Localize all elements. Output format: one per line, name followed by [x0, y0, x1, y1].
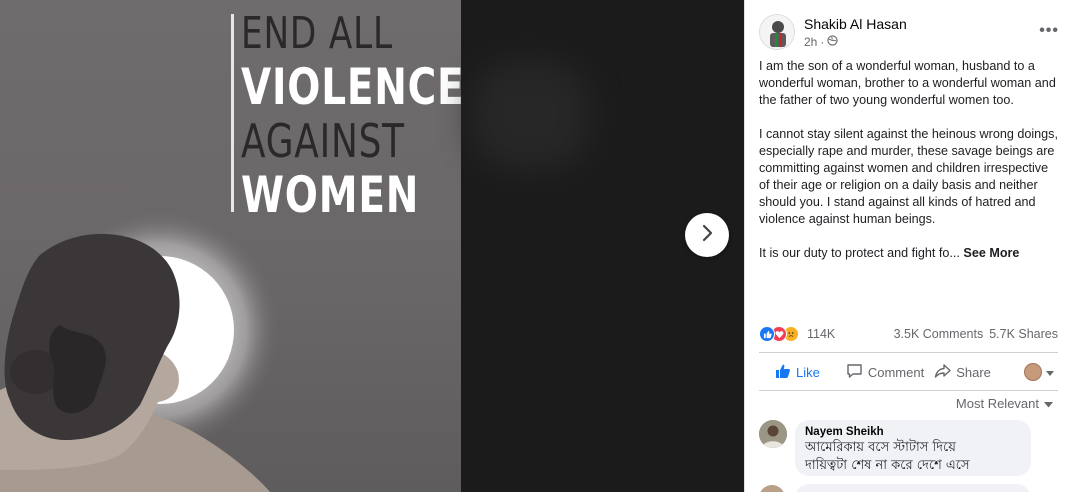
- commenter-name[interactable]: Nayem Sheikh: [805, 426, 1021, 438]
- post-paragraph: I am the son of a wonderful woman, husba…: [759, 59, 1056, 107]
- next-photo-button[interactable]: [685, 213, 729, 257]
- poster-headline: END ALL VIOLENCE AGAINST WOMEN: [241, 8, 461, 224]
- post-panel: Shakib Al Hasan 2h · ••• I am the son of…: [744, 0, 1071, 492]
- campaign-poster: END ALL VIOLENCE AGAINST WOMEN: [0, 0, 461, 492]
- poster-line-1: END ALL: [241, 8, 393, 59]
- share-label: Share: [956, 364, 991, 380]
- commenter-avatar[interactable]: [759, 420, 787, 448]
- next-comment-bubble: [795, 484, 1031, 492]
- share-count[interactable]: 5.7K Shares: [989, 327, 1058, 341]
- speech-bubble-icon: [846, 363, 863, 382]
- actions-divider: [759, 390, 1058, 391]
- comment-button[interactable]: Comment: [846, 363, 924, 382]
- post-body: I am the son of a wonderful woman, husba…: [759, 58, 1059, 279]
- see-more-link[interactable]: See More: [963, 246, 1019, 260]
- truncated-text: It is our duty to protect and fight fo..…: [759, 246, 960, 260]
- like-reaction-icon: [759, 326, 775, 342]
- chevron-right-icon: [699, 223, 715, 248]
- poster-line-4: WOMEN: [241, 166, 420, 224]
- profile-selector[interactable]: [1024, 363, 1054, 381]
- comment-label: Comment: [867, 364, 925, 380]
- stats-divider: [759, 352, 1058, 353]
- comment-sort-dropdown[interactable]: Most Relevant: [956, 396, 1053, 411]
- reaction-count[interactable]: 114K: [807, 327, 835, 341]
- next-commenter-avatar[interactable]: [759, 485, 785, 492]
- reaction-icons[interactable]: [759, 326, 799, 342]
- like-button[interactable]: Like: [775, 363, 820, 382]
- stats-right: 3.5K Comments 5.7K Shares: [894, 327, 1058, 341]
- user-avatar: [1024, 363, 1042, 381]
- media-area: END ALL VIOLENCE AGAINST WOMEN: [0, 0, 744, 492]
- poster-line-3: AGAINST: [241, 114, 405, 168]
- caret-down-icon: [1046, 365, 1054, 380]
- caret-down-icon: [1044, 396, 1053, 411]
- poster-line-2: VIOLENCE: [241, 58, 461, 116]
- more-options-icon[interactable]: •••: [1039, 22, 1059, 40]
- post-header: Shakib Al Hasan 2h · •••: [759, 14, 1059, 54]
- globe-icon: [827, 35, 838, 49]
- background-blur: [470, 60, 590, 170]
- engagement-stats: 114K 3.5K Comments 5.7K Shares: [759, 324, 1058, 344]
- author-name[interactable]: Shakib Al Hasan: [804, 16, 907, 32]
- comment-text-line: আমেরিকায় বসে স্টাটাস দিয়ে: [805, 440, 956, 455]
- share-button[interactable]: Share: [934, 363, 991, 382]
- share-arrow-icon: [934, 363, 951, 382]
- post-paragraph: I cannot stay silent against the heinous…: [759, 127, 1058, 226]
- sort-label: Most Relevant: [955, 396, 1039, 411]
- meta-separator: ·: [820, 35, 825, 49]
- photo-viewer: END ALL VIOLENCE AGAINST WOMEN Shakib Al…: [0, 0, 1071, 492]
- post-paragraph-truncated: It is our duty to protect and fight fo..…: [759, 245, 1059, 262]
- poster-divider-bar: [231, 14, 234, 212]
- post-time[interactable]: 2h: [804, 35, 817, 49]
- comment-count[interactable]: 3.5K Comments: [894, 327, 984, 341]
- thumbs-up-icon: [775, 363, 791, 382]
- post-meta: 2h ·: [804, 35, 838, 49]
- author-avatar[interactable]: [759, 14, 795, 50]
- comment-bubble: Nayem Sheikh আমেরিকায় বসে স্টাটাস দিয়ে…: [795, 420, 1031, 476]
- like-label: Like: [796, 364, 820, 380]
- action-bar: Like Comment Share: [759, 358, 1058, 386]
- comment-text-line: দায়িত্বটা শেষ না করে দেশে এসে: [805, 458, 970, 473]
